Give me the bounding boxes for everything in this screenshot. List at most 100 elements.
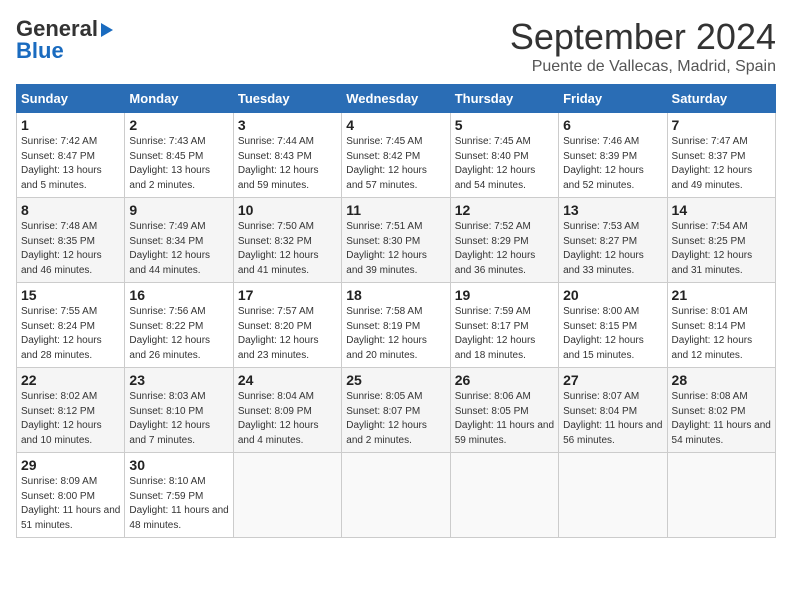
day-number: 30 [129, 457, 228, 473]
calendar-cell: 3 Sunrise: 7:44 AMSunset: 8:43 PMDayligh… [233, 113, 341, 198]
day-info: Sunrise: 8:01 AMSunset: 8:14 PMDaylight:… [672, 306, 753, 361]
calendar-cell: 1 Sunrise: 7:42 AMSunset: 8:47 PMDayligh… [17, 113, 125, 198]
day-number: 23 [129, 372, 228, 388]
day-info: Sunrise: 8:04 AMSunset: 8:09 PMDaylight:… [238, 391, 319, 446]
day-number: 26 [455, 372, 554, 388]
day-number: 3 [238, 117, 337, 133]
month-title: September 2024 [510, 16, 776, 58]
day-number: 24 [238, 372, 337, 388]
day-info: Sunrise: 7:54 AMSunset: 8:25 PMDaylight:… [672, 221, 753, 276]
day-number: 7 [672, 117, 771, 133]
calendar-cell: 6 Sunrise: 7:46 AMSunset: 8:39 PMDayligh… [559, 113, 667, 198]
weekday-header-sunday: Sunday [17, 85, 125, 113]
day-info: Sunrise: 7:49 AMSunset: 8:34 PMDaylight:… [129, 221, 210, 276]
calendar-cell: 12 Sunrise: 7:52 AMSunset: 8:29 PMDaylig… [450, 198, 558, 283]
day-info: Sunrise: 7:42 AMSunset: 8:47 PMDaylight:… [21, 136, 102, 191]
day-info: Sunrise: 7:48 AMSunset: 8:35 PMDaylight:… [21, 221, 102, 276]
calendar-cell: 15 Sunrise: 7:55 AMSunset: 8:24 PMDaylig… [17, 283, 125, 368]
calendar-cell: 24 Sunrise: 8:04 AMSunset: 8:09 PMDaylig… [233, 368, 341, 453]
calendar-cell: 22 Sunrise: 8:02 AMSunset: 8:12 PMDaylig… [17, 368, 125, 453]
day-info: Sunrise: 8:10 AMSunset: 7:59 PMDaylight:… [129, 476, 228, 531]
day-number: 20 [563, 287, 662, 303]
day-number: 22 [21, 372, 120, 388]
weekday-header-thursday: Thursday [450, 85, 558, 113]
day-number: 10 [238, 202, 337, 218]
page-header: General Blue September 2024 Puente de Va… [16, 16, 776, 76]
day-info: Sunrise: 8:06 AMSunset: 8:05 PMDaylight:… [455, 391, 554, 446]
day-number: 17 [238, 287, 337, 303]
calendar-cell: 2 Sunrise: 7:43 AMSunset: 8:45 PMDayligh… [125, 113, 233, 198]
calendar-cell: 4 Sunrise: 7:45 AMSunset: 8:42 PMDayligh… [342, 113, 450, 198]
title-block: September 2024 Puente de Vallecas, Madri… [510, 16, 776, 76]
weekday-header-saturday: Saturday [667, 85, 775, 113]
day-number: 11 [346, 202, 445, 218]
calendar-cell [233, 453, 341, 538]
day-info: Sunrise: 7:46 AMSunset: 8:39 PMDaylight:… [563, 136, 644, 191]
day-number: 14 [672, 202, 771, 218]
day-info: Sunrise: 7:51 AMSunset: 8:30 PMDaylight:… [346, 221, 427, 276]
day-info: Sunrise: 8:07 AMSunset: 8:04 PMDaylight:… [563, 391, 662, 446]
day-number: 16 [129, 287, 228, 303]
calendar-table: SundayMondayTuesdayWednesdayThursdayFrid… [16, 84, 776, 538]
day-number: 19 [455, 287, 554, 303]
calendar-cell: 9 Sunrise: 7:49 AMSunset: 8:34 PMDayligh… [125, 198, 233, 283]
calendar-cell: 14 Sunrise: 7:54 AMSunset: 8:25 PMDaylig… [667, 198, 775, 283]
day-number: 12 [455, 202, 554, 218]
logo-arrow-icon [101, 23, 113, 37]
calendar-cell: 30 Sunrise: 8:10 AMSunset: 7:59 PMDaylig… [125, 453, 233, 538]
day-number: 25 [346, 372, 445, 388]
day-info: Sunrise: 7:56 AMSunset: 8:22 PMDaylight:… [129, 306, 210, 361]
day-number: 1 [21, 117, 120, 133]
day-info: Sunrise: 8:08 AMSunset: 8:02 PMDaylight:… [672, 391, 771, 446]
calendar-cell [450, 453, 558, 538]
calendar-cell: 13 Sunrise: 7:53 AMSunset: 8:27 PMDaylig… [559, 198, 667, 283]
calendar-cell: 16 Sunrise: 7:56 AMSunset: 8:22 PMDaylig… [125, 283, 233, 368]
day-info: Sunrise: 7:44 AMSunset: 8:43 PMDaylight:… [238, 136, 319, 191]
logo: General Blue [16, 16, 113, 64]
day-info: Sunrise: 7:45 AMSunset: 8:42 PMDaylight:… [346, 136, 427, 191]
day-number: 18 [346, 287, 445, 303]
day-number: 13 [563, 202, 662, 218]
day-info: Sunrise: 7:45 AMSunset: 8:40 PMDaylight:… [455, 136, 536, 191]
day-info: Sunrise: 8:09 AMSunset: 8:00 PMDaylight:… [21, 476, 120, 531]
day-number: 9 [129, 202, 228, 218]
calendar-cell: 18 Sunrise: 7:58 AMSunset: 8:19 PMDaylig… [342, 283, 450, 368]
day-info: Sunrise: 7:53 AMSunset: 8:27 PMDaylight:… [563, 221, 644, 276]
calendar-cell: 10 Sunrise: 7:50 AMSunset: 8:32 PMDaylig… [233, 198, 341, 283]
day-info: Sunrise: 8:03 AMSunset: 8:10 PMDaylight:… [129, 391, 210, 446]
day-number: 21 [672, 287, 771, 303]
day-number: 29 [21, 457, 120, 473]
calendar-cell: 5 Sunrise: 7:45 AMSunset: 8:40 PMDayligh… [450, 113, 558, 198]
day-number: 27 [563, 372, 662, 388]
day-info: Sunrise: 7:52 AMSunset: 8:29 PMDaylight:… [455, 221, 536, 276]
day-number: 2 [129, 117, 228, 133]
calendar-cell [667, 453, 775, 538]
day-info: Sunrise: 8:00 AMSunset: 8:15 PMDaylight:… [563, 306, 644, 361]
day-info: Sunrise: 7:59 AMSunset: 8:17 PMDaylight:… [455, 306, 536, 361]
calendar-cell: 21 Sunrise: 8:01 AMSunset: 8:14 PMDaylig… [667, 283, 775, 368]
day-number: 8 [21, 202, 120, 218]
calendar-cell [342, 453, 450, 538]
weekday-header-friday: Friday [559, 85, 667, 113]
weekday-header-monday: Monday [125, 85, 233, 113]
location: Puente de Vallecas, Madrid, Spain [510, 58, 776, 76]
day-info: Sunrise: 7:55 AMSunset: 8:24 PMDaylight:… [21, 306, 102, 361]
day-info: Sunrise: 7:57 AMSunset: 8:20 PMDaylight:… [238, 306, 319, 361]
logo-blue: Blue [16, 38, 64, 64]
calendar-cell: 26 Sunrise: 8:06 AMSunset: 8:05 PMDaylig… [450, 368, 558, 453]
calendar-cell: 8 Sunrise: 7:48 AMSunset: 8:35 PMDayligh… [17, 198, 125, 283]
calendar-cell: 7 Sunrise: 7:47 AMSunset: 8:37 PMDayligh… [667, 113, 775, 198]
calendar-cell: 20 Sunrise: 8:00 AMSunset: 8:15 PMDaylig… [559, 283, 667, 368]
calendar-cell: 29 Sunrise: 8:09 AMSunset: 8:00 PMDaylig… [17, 453, 125, 538]
weekday-header-tuesday: Tuesday [233, 85, 341, 113]
day-number: 4 [346, 117, 445, 133]
day-info: Sunrise: 7:58 AMSunset: 8:19 PMDaylight:… [346, 306, 427, 361]
day-info: Sunrise: 7:50 AMSunset: 8:32 PMDaylight:… [238, 221, 319, 276]
calendar-cell [559, 453, 667, 538]
weekday-header-wednesday: Wednesday [342, 85, 450, 113]
day-number: 6 [563, 117, 662, 133]
calendar-cell: 19 Sunrise: 7:59 AMSunset: 8:17 PMDaylig… [450, 283, 558, 368]
calendar-cell: 11 Sunrise: 7:51 AMSunset: 8:30 PMDaylig… [342, 198, 450, 283]
day-info: Sunrise: 7:47 AMSunset: 8:37 PMDaylight:… [672, 136, 753, 191]
calendar-cell: 17 Sunrise: 7:57 AMSunset: 8:20 PMDaylig… [233, 283, 341, 368]
